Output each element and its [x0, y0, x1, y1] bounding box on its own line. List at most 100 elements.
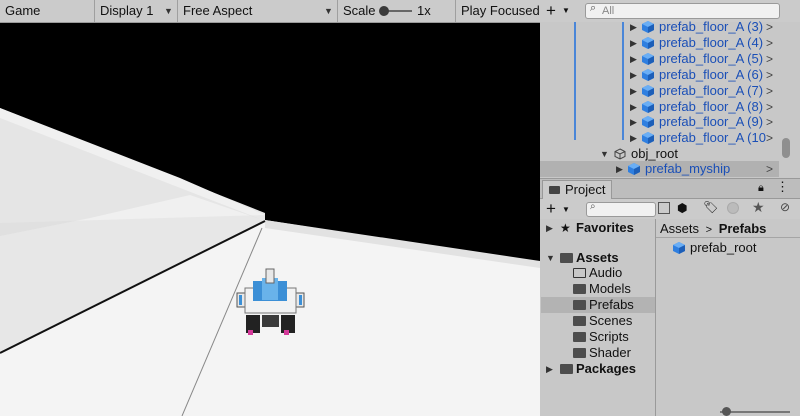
chevron-down-icon[interactable]: ▼: [546, 250, 555, 266]
favorites-label: Favorites: [576, 220, 634, 235]
favorites-star-icon: ★: [560, 221, 571, 235]
open-prefab-arrow-icon[interactable]: >: [766, 67, 773, 83]
hierarchy-item-label: prefab_floor_A (5): [659, 50, 764, 66]
hierarchy-item-label: prefab_floor_A (4): [659, 34, 764, 50]
prefab-cube-icon: [642, 84, 654, 97]
folder-item-label: Scenes: [589, 313, 633, 328]
lock-icon[interactable]: 🔒︎: [758, 182, 764, 195]
open-prefab-arrow-icon[interactable]: >: [766, 114, 773, 130]
chevron-down-icon[interactable]: ▼: [600, 146, 609, 162]
open-prefab-arrow-icon[interactable]: >: [766, 51, 773, 67]
chevron-right-icon[interactable]: ▶: [546, 220, 553, 236]
prefab-cube-icon: [628, 163, 640, 175]
search-scope-icon[interactable]: [727, 202, 739, 214]
project-tab[interactable]: Project: [542, 180, 612, 199]
project-tab-label: Project: [565, 182, 606, 197]
breadcrumb-prefabs[interactable]: Prefabs: [719, 221, 767, 236]
hidden-packages-icon[interactable]: ⊘: [780, 200, 790, 214]
chevron-right-icon[interactable]: ▶: [630, 99, 637, 115]
hierarchy-item-label: prefab_floor_A (8): [659, 98, 764, 114]
chevron-down-icon[interactable]: ▼: [562, 205, 570, 214]
filter-by-label-icon[interactable]: 🏷︎: [703, 200, 718, 214]
icon-size-slider-handle[interactable]: [722, 407, 731, 416]
aspect-label: Free Aspect: [183, 3, 253, 18]
game-view-toolbar: Game Display 1 ▼ Free Aspect ▼ Scale 1x …: [0, 0, 540, 23]
create-asset-button[interactable]: +: [546, 199, 556, 219]
folder-item-label: Audio: [589, 265, 623, 280]
breadcrumb: Assets > Prefabs: [656, 219, 800, 238]
hierarchy-item-label: prefab_floor_A (10: [659, 130, 766, 146]
chevron-down-icon[interactable]: ▼: [562, 6, 570, 15]
filter-by-type-icon[interactable]: ⬢: [677, 201, 687, 215]
favorite-star-icon[interactable]: ★: [752, 199, 765, 216]
scale-value: 1x: [417, 3, 431, 18]
play-mode-dropdown[interactable]: Play Focused: [456, 0, 540, 22]
prefab-cube-icon: [642, 21, 654, 33]
folder-item-label: Prefabs: [589, 297, 634, 312]
breadcrumb-assets[interactable]: Assets: [660, 221, 699, 236]
search-by-type-icon[interactable]: [658, 202, 670, 214]
folder-icon: [573, 348, 586, 358]
obj-root-label: obj_root: [631, 146, 678, 161]
folder-item-label: Shader: [589, 345, 631, 360]
packages-label: Packages: [576, 361, 636, 376]
folder-icon: [573, 332, 586, 342]
folder-item-label: Models: [589, 281, 631, 296]
folder-icon: [573, 300, 586, 310]
chevron-right-icon[interactable]: ▶: [630, 67, 637, 83]
hierarchy-search-input[interactable]: ⌕ All: [585, 2, 780, 19]
game-viewport[interactable]: [0, 23, 540, 416]
folder-item-label: Scripts: [589, 329, 629, 344]
prefab-cube-icon: [673, 242, 685, 254]
myship-label: prefab_myship: [645, 161, 731, 176]
prefab-cube-icon: [642, 68, 654, 81]
chevron-right-icon[interactable]: ▶: [546, 361, 553, 377]
search-icon: ⌕: [590, 2, 597, 14]
open-prefab-arrow-icon[interactable]: >: [766, 161, 773, 177]
chevron-right-icon[interactable]: ▶: [630, 35, 637, 51]
chevron-down-icon: ▼: [324, 6, 333, 16]
folder-icon: [560, 253, 573, 263]
prefab-cube-icon: [642, 100, 654, 113]
folder-icon: [560, 364, 573, 374]
hierarchy-item-label: prefab_floor_A (6): [659, 66, 764, 82]
hierarchy-item-label: prefab_floor_A (7): [659, 82, 764, 98]
play-mode-label: Play Focused: [461, 3, 540, 18]
chevron-right-icon[interactable]: ▶: [630, 130, 637, 146]
hierarchy-item-label: prefab_floor_A (9): [659, 114, 764, 130]
chevron-right-icon[interactable]: ▶: [630, 83, 637, 99]
prefab-guide-line: [574, 22, 576, 140]
folder-icon: [573, 316, 586, 326]
search-icon: ⌕: [590, 201, 596, 212]
display-label: Display 1: [100, 3, 154, 18]
prefab-cube-icon: [642, 132, 654, 145]
add-object-button[interactable]: +: [546, 1, 556, 21]
game-tab-label: Game: [5, 3, 41, 18]
chevron-right-icon[interactable]: ▶: [630, 19, 637, 35]
open-prefab-arrow-icon[interactable]: >: [766, 19, 773, 35]
chevron-down-icon: ▼: [164, 6, 173, 16]
aspect-dropdown[interactable]: Free Aspect: [178, 0, 338, 22]
scale-slider-handle[interactable]: [379, 6, 389, 16]
hierarchy-scrollbar-thumb[interactable]: [782, 138, 790, 158]
prefab-cube-icon: [642, 52, 654, 65]
more-menu-icon[interactable]: ⋮: [776, 179, 789, 195]
chevron-right-icon[interactable]: ▶: [630, 51, 637, 67]
open-prefab-arrow-icon[interactable]: >: [766, 130, 773, 146]
asset-item-label: prefab_root: [690, 240, 757, 255]
open-prefab-arrow-icon[interactable]: >: [766, 83, 773, 99]
folder-icon: [573, 268, 586, 278]
game-tab[interactable]: Game: [0, 0, 95, 22]
open-prefab-arrow-icon[interactable]: >: [766, 99, 773, 115]
assets-label: Assets: [576, 250, 619, 265]
folder-icon: [549, 186, 560, 194]
project-search-input[interactable]: ⌕: [586, 201, 656, 217]
chevron-right-icon[interactable]: ▶: [616, 161, 623, 177]
search-placeholder: All: [602, 5, 615, 17]
hierarchy-item-label: prefab_floor_A (3): [659, 19, 764, 34]
game-scene: [0, 108, 540, 416]
open-prefab-arrow-icon[interactable]: >: [766, 35, 773, 51]
prefab-cube-icon: [642, 116, 654, 129]
chevron-right-icon[interactable]: ▶: [630, 114, 637, 130]
gameobject-icon: [614, 148, 626, 160]
